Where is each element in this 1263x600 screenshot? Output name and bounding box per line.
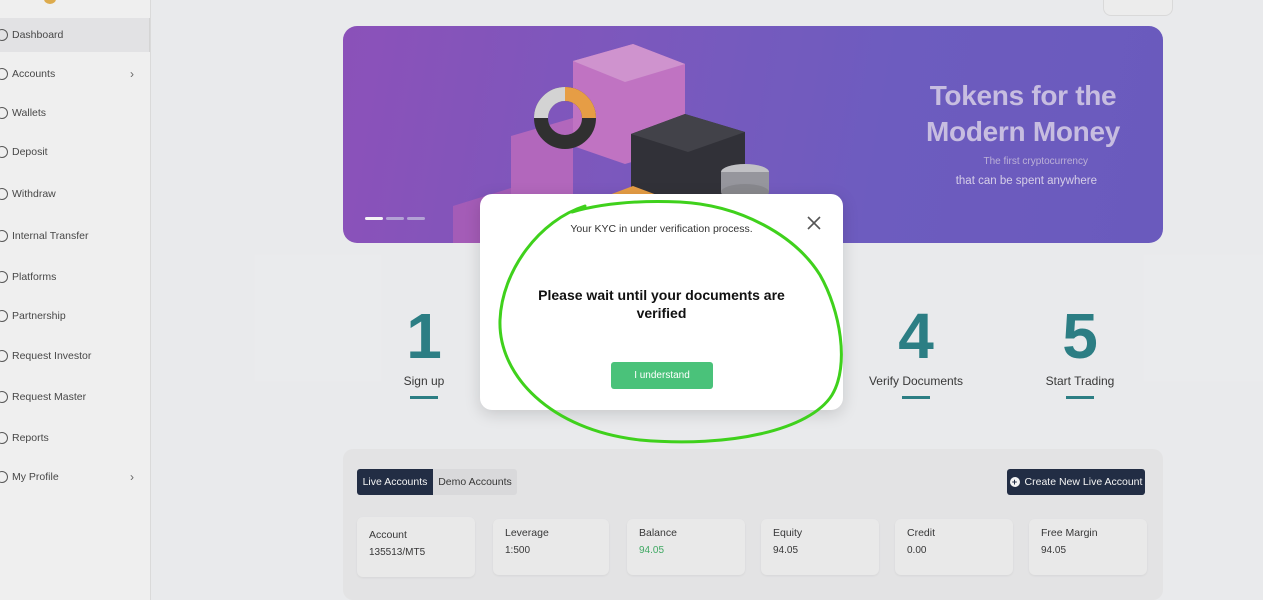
modal-message: Your KYC in under verification process. (570, 223, 753, 235)
modal-heading: Please wait until your documents are ver… (538, 287, 785, 321)
kyc-modal: Your KYC in under verification process. … (480, 194, 843, 410)
i-understand-button[interactable]: I understand (611, 362, 713, 389)
close-icon[interactable] (805, 214, 823, 232)
